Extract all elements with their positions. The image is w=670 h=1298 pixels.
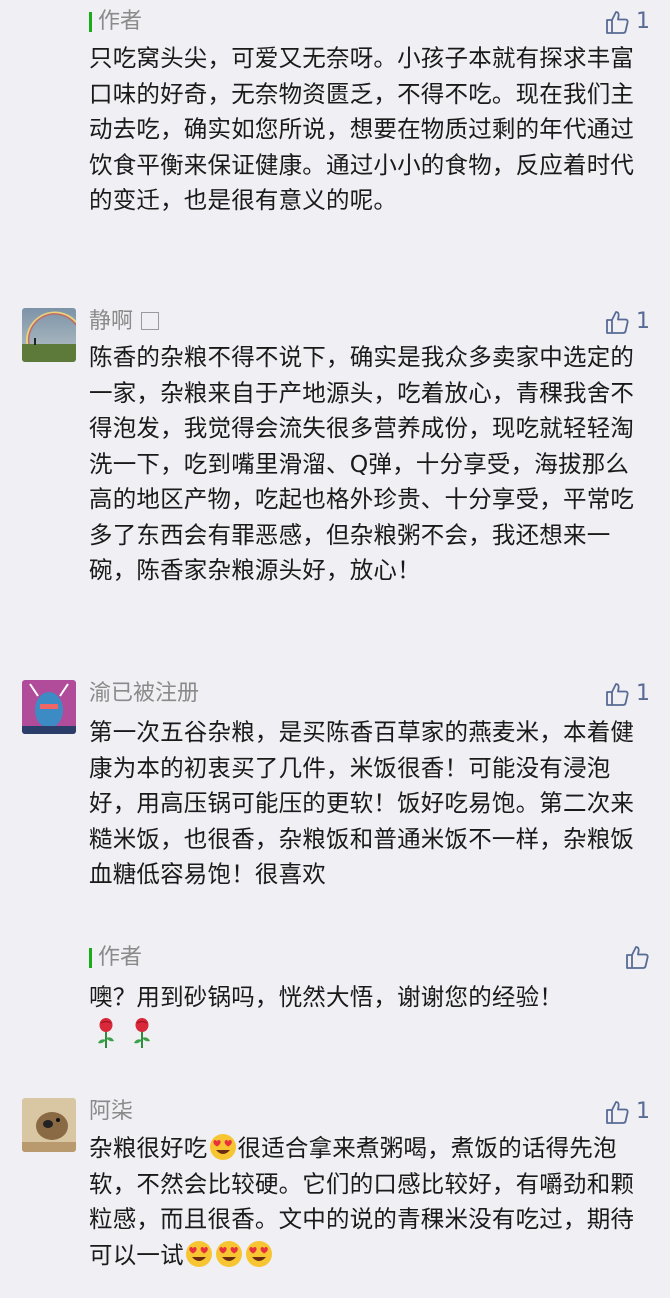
thumbs-up-icon	[604, 681, 630, 707]
comment-text: 第一次五谷杂粮，是买陈香百草家的燕麦米，本着健康为本的初衷买了几件，米饭很香！可…	[89, 718, 635, 888]
reply-text: 噢？用到砂锅吗，恍然大悟，谢谢您的经验！	[89, 980, 649, 1054]
author-label: 作者	[89, 944, 142, 972]
comment-text: 杂粮很好吃 很适合拿来煮粥喝，煮饭的话得先泡软，不然会比较硬。它们的口感比较好，有…	[89, 1131, 649, 1273]
like-button[interactable]: 1	[604, 1098, 650, 1126]
author-label: 作者	[89, 8, 142, 36]
comment-text: 只吃窝头尖，可爱又无奈呀。小孩子本就有探求丰富口味的好奇，无奈物资匮乏，不得不吃…	[89, 44, 635, 214]
like-count: 1	[636, 9, 650, 34]
heart-eyes-emoji	[185, 1240, 212, 1267]
user-name[interactable]: 静啊	[89, 308, 160, 336]
like-count: 1	[636, 309, 650, 334]
like-button[interactable]	[624, 944, 650, 970]
rose-emoji	[125, 1016, 159, 1050]
like-count: 1	[636, 681, 650, 706]
user-name[interactable]: 阿柒	[89, 1098, 133, 1126]
thumbs-up-icon	[624, 944, 650, 970]
avatar[interactable]	[22, 680, 76, 734]
like-button[interactable]: 1	[604, 308, 650, 336]
reply-text-content: 噢？用到砂锅吗，恍然大悟，谢谢您的经验！	[89, 983, 563, 1011]
heart-eyes-emoji	[209, 1134, 236, 1160]
like-button[interactable]: 1	[604, 8, 650, 36]
thumbs-up-icon	[604, 1099, 630, 1125]
thumbs-up-icon	[604, 309, 630, 335]
rose-emoji	[89, 1016, 123, 1050]
avatar[interactable]	[22, 1098, 76, 1152]
comment-text-part: 杂粮很好吃	[89, 1134, 208, 1162]
checkbox-icon	[141, 312, 160, 330]
comment-text: 陈香的杂粮不得不说下，确实是我众多卖家中选定的一家，杂粮来自于产地源头，吃着放心…	[89, 343, 635, 584]
heart-eyes-emoji	[245, 1240, 272, 1267]
like-count: 1	[636, 1099, 650, 1124]
user-name[interactable]: 渝已被注册	[89, 680, 199, 708]
like-button[interactable]: 1	[604, 680, 650, 708]
heart-eyes-emoji	[215, 1240, 242, 1267]
avatar[interactable]	[22, 308, 76, 362]
thumbs-up-icon	[604, 9, 630, 35]
user-name-text: 静啊	[89, 309, 134, 334]
